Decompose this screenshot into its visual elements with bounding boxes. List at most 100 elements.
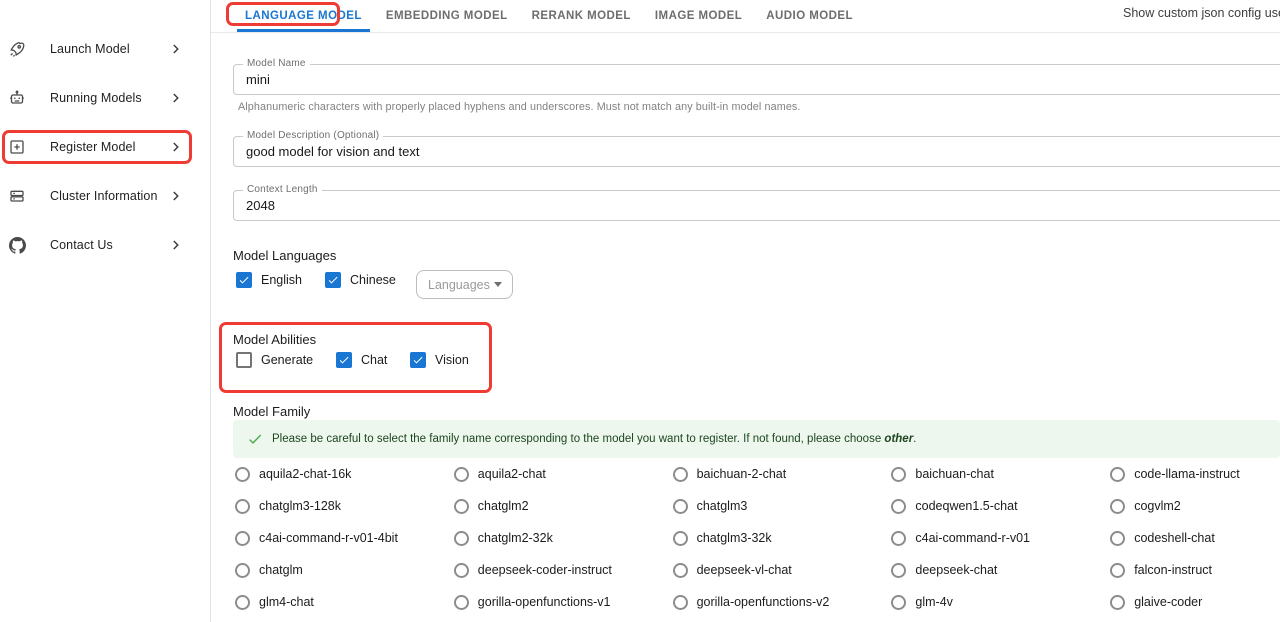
checkbox-label: Chinese bbox=[350, 273, 396, 287]
family-radio-option[interactable]: code-llama-instruct bbox=[1108, 458, 1280, 490]
rocket-icon bbox=[8, 40, 26, 58]
model-family-options: aquila2-chat-16k aquila2-chat baichuan-2… bbox=[233, 458, 1280, 618]
model-family-label: Model Family bbox=[233, 404, 310, 419]
sidebar-item-label: Register Model bbox=[50, 140, 168, 154]
family-radio-option[interactable]: deepseek-coder-instruct bbox=[452, 554, 671, 586]
sidebar-item-contact-us[interactable]: Contact Us bbox=[0, 231, 210, 259]
language-checkbox-chinese[interactable]: Chinese bbox=[325, 272, 396, 288]
radio-icon bbox=[1110, 563, 1125, 578]
model-name-label: Model Name bbox=[243, 58, 310, 69]
sidebar-item-launch-model[interactable]: Launch Model bbox=[0, 35, 210, 63]
radio-icon bbox=[673, 531, 688, 546]
chevron-right-icon bbox=[168, 188, 184, 204]
radio-icon bbox=[891, 467, 906, 482]
family-radio-option[interactable]: c4ai-command-r-v01 bbox=[889, 522, 1108, 554]
radio-icon bbox=[454, 467, 469, 482]
ability-checkbox-chat[interactable]: Chat bbox=[336, 352, 387, 368]
radio-icon bbox=[454, 499, 469, 514]
radio-icon bbox=[235, 563, 250, 578]
tab-rerank-model[interactable]: RERANK MODEL bbox=[520, 0, 643, 32]
family-radio-option[interactable]: deepseek-chat bbox=[889, 554, 1108, 586]
github-icon bbox=[8, 236, 26, 254]
family-radio-option[interactable]: falcon-instruct bbox=[1108, 554, 1280, 586]
radio-icon bbox=[235, 595, 250, 610]
sidebar: Launch Model Running Models Regis bbox=[0, 0, 211, 622]
family-radio-option[interactable]: cogvlm2 bbox=[1108, 490, 1280, 522]
radio-icon bbox=[1110, 531, 1125, 546]
radio-icon bbox=[454, 563, 469, 578]
tab-audio-model[interactable]: AUDIO MODEL bbox=[754, 0, 865, 32]
chevron-right-icon bbox=[168, 139, 184, 155]
checkbox-label: Vision bbox=[435, 353, 469, 367]
languages-dropdown-value: Languages bbox=[428, 278, 490, 292]
family-radio-option[interactable]: chatglm3-32k bbox=[671, 522, 890, 554]
checkbox-icon bbox=[336, 352, 352, 368]
family-radio-option[interactable]: chatglm3-128k bbox=[233, 490, 452, 522]
tab-embedding-model[interactable]: EMBEDDING MODEL bbox=[374, 0, 520, 32]
model-name-helper-text: Alphanumeric characters with properly pl… bbox=[238, 101, 801, 113]
family-radio-option[interactable]: gorilla-openfunctions-v1 bbox=[452, 586, 671, 618]
tab-language-model[interactable]: LANGUAGE MODEL bbox=[233, 0, 374, 32]
chevron-right-icon bbox=[168, 237, 184, 253]
model-languages-label: Model Languages bbox=[233, 248, 336, 263]
radio-icon bbox=[454, 531, 469, 546]
model-description-input[interactable] bbox=[234, 137, 1280, 166]
radio-icon bbox=[1110, 467, 1125, 482]
family-radio-option[interactable]: glm4-chat bbox=[233, 586, 452, 618]
family-radio-option[interactable]: codeshell-chat bbox=[1108, 522, 1280, 554]
family-radio-option[interactable]: chatglm2 bbox=[452, 490, 671, 522]
radio-icon bbox=[891, 595, 906, 610]
family-radio-option[interactable]: chatglm bbox=[233, 554, 452, 586]
model-family-notice-banner: Please be careful to select the family n… bbox=[233, 420, 1280, 458]
family-radio-option[interactable]: glm-4v bbox=[889, 586, 1108, 618]
ability-checkbox-generate[interactable]: Generate bbox=[236, 352, 313, 368]
context-length-input[interactable] bbox=[234, 191, 1280, 220]
sidebar-item-register-model[interactable]: Register Model bbox=[0, 133, 210, 161]
sidebar-item-label: Cluster Information bbox=[50, 189, 168, 203]
family-radio-option[interactable]: chatglm2-32k bbox=[452, 522, 671, 554]
checkbox-icon bbox=[236, 272, 252, 288]
family-radio-option[interactable]: baichuan-chat bbox=[889, 458, 1108, 490]
radio-icon bbox=[673, 467, 688, 482]
family-radio-option[interactable]: aquila2-chat-16k bbox=[233, 458, 452, 490]
tab-image-model[interactable]: IMAGE MODEL bbox=[643, 0, 754, 32]
checkbox-label: English bbox=[261, 273, 302, 287]
family-radio-option[interactable]: deepseek-vl-chat bbox=[671, 554, 890, 586]
family-radio-option[interactable]: codeqwen1.5-chat bbox=[889, 490, 1108, 522]
sidebar-item-cluster-information[interactable]: Cluster Information bbox=[0, 182, 210, 210]
model-name-input[interactable] bbox=[234, 65, 1280, 94]
chevron-right-icon bbox=[168, 90, 184, 106]
ability-checkbox-vision[interactable]: Vision bbox=[410, 352, 469, 368]
family-radio-option[interactable]: chatglm3 bbox=[671, 490, 890, 522]
family-radio-option[interactable]: glaive-coder bbox=[1108, 586, 1280, 618]
chevron-right-icon bbox=[168, 41, 184, 57]
radio-icon bbox=[673, 499, 688, 514]
notice-text: Please be careful to select the family n… bbox=[272, 433, 916, 445]
radio-icon bbox=[673, 595, 688, 610]
radio-icon bbox=[454, 595, 469, 610]
radio-icon bbox=[235, 531, 250, 546]
checkbox-icon bbox=[325, 272, 341, 288]
sidebar-item-label: Running Models bbox=[50, 91, 168, 105]
radio-icon bbox=[673, 563, 688, 578]
languages-dropdown[interactable]: Languages bbox=[416, 270, 513, 299]
family-radio-option[interactable]: gorilla-openfunctions-v2 bbox=[671, 586, 890, 618]
check-icon bbox=[247, 431, 263, 447]
add-box-icon bbox=[8, 138, 26, 156]
family-radio-option[interactable]: aquila2-chat bbox=[452, 458, 671, 490]
model-description-field: Model Description (Optional) bbox=[233, 136, 1280, 167]
show-json-config-link[interactable]: Show custom json config used b bbox=[1123, 6, 1280, 20]
radio-icon bbox=[1110, 499, 1125, 514]
radio-icon bbox=[891, 563, 906, 578]
sidebar-item-label: Contact Us bbox=[50, 238, 168, 252]
model-name-field: Model Name bbox=[233, 64, 1280, 95]
language-checkbox-english[interactable]: English bbox=[236, 272, 302, 288]
family-radio-option[interactable]: c4ai-command-r-v01-4bit bbox=[233, 522, 452, 554]
context-length-field: Context Length bbox=[233, 190, 1280, 221]
sidebar-item-running-models[interactable]: Running Models bbox=[0, 84, 210, 112]
model-type-tabs: LANGUAGE MODEL EMBEDDING MODEL RERANK MO… bbox=[211, 0, 1280, 33]
context-length-label: Context Length bbox=[243, 184, 322, 195]
notice-emphasis: other bbox=[884, 433, 913, 445]
family-radio-option[interactable]: baichuan-2-chat bbox=[671, 458, 890, 490]
radio-icon bbox=[891, 531, 906, 546]
